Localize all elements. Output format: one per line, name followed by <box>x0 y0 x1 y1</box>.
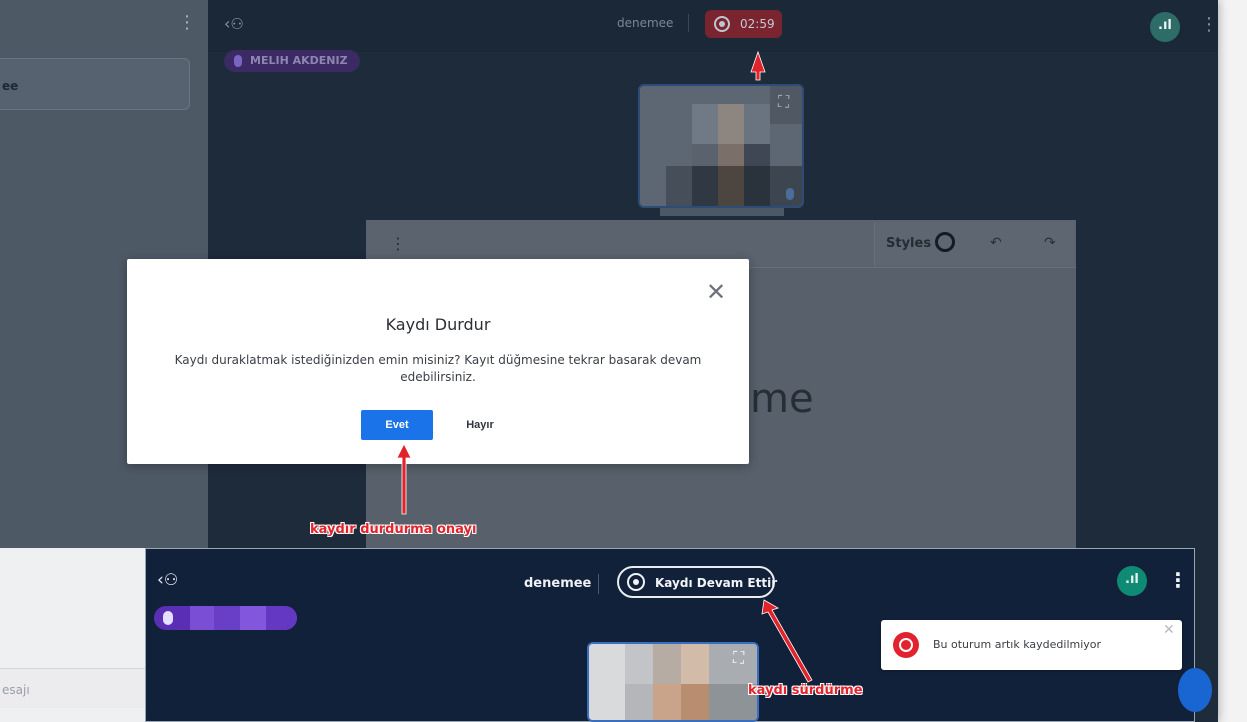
chat-list-item[interactable]: ee <box>0 58 190 110</box>
chat-input-placeholder: esajı <box>2 683 30 697</box>
mic-icon <box>234 55 242 67</box>
connection-signal-button[interactable]: .ıl <box>1150 12 1180 42</box>
mic-icon <box>163 611 173 625</box>
mic-icon <box>786 188 794 200</box>
redo-icon[interactable]: ↷ <box>1044 235 1056 251</box>
floating-action-button[interactable] <box>1178 668 1212 712</box>
expand-icon[interactable]: ⛶ <box>733 648 744 668</box>
confirm-yes-button[interactable]: Evet <box>361 410 433 440</box>
header-divider <box>598 574 599 594</box>
signal-icon: .ıl <box>1158 18 1172 33</box>
record-icon <box>714 16 730 32</box>
resume-recording-label: Kaydı Devam Ettir <box>655 576 778 590</box>
video-tile-shadow <box>660 208 784 216</box>
more-options-icon[interactable]: ⋮ <box>1168 568 1188 592</box>
stroke-style-icon[interactable] <box>935 232 955 252</box>
whiteboard-text: me <box>750 376 814 422</box>
chat-item-name: ee <box>2 79 19 93</box>
participants-user-icon[interactable]: ‹⚇ <box>157 570 178 590</box>
styles-label[interactable]: Styles <box>886 236 931 251</box>
cancel-no-button[interactable]: Hayır <box>450 410 510 440</box>
annotation-confirm-label: kaydır durdurma onayı <box>310 522 477 537</box>
whiteboard-menu-icon[interactable]: ⋮ <box>390 234 406 253</box>
participant-name-chip: MELIH AKDENIZ <box>224 50 360 72</box>
dialog-message: Kaydı duraklatmak istediğinizden emin mi… <box>174 353 702 384</box>
annotation-resume-label: kaydı sürdürme <box>748 683 863 698</box>
sidebar-more-icon[interactable]: ⋮ <box>178 12 196 33</box>
room-name: denemee <box>524 576 592 591</box>
undo-icon[interactable]: ↶ <box>990 235 1002 251</box>
toast-message: Bu oturum artık kaydedilmiyor <box>933 638 1102 651</box>
signal-icon: .ıl <box>1125 572 1139 587</box>
participant-name: MELIH AKDENIZ <box>250 54 348 67</box>
participant-video-tile[interactable]: ⛶ <box>638 84 804 208</box>
chat-message-input[interactable]: esajı <box>0 668 150 708</box>
participant-video-tile[interactable]: ⛶ <box>587 642 759 722</box>
record-icon <box>627 573 645 591</box>
close-icon[interactable]: ✕ <box>706 278 726 306</box>
participants-user-icon[interactable]: ‹⚇ <box>224 14 244 33</box>
participant-name-chip <box>154 606 297 630</box>
more-options-icon[interactable]: ⋮ <box>1200 14 1218 35</box>
expand-icon[interactable]: ⛶ <box>778 92 789 112</box>
record-stopped-icon <box>893 632 919 658</box>
toast-close-icon[interactable]: ✕ <box>1163 622 1175 638</box>
connection-signal-button[interactable]: .ıl <box>1117 566 1147 596</box>
recording-timer: 02:59 <box>740 17 775 31</box>
dialog-title: Kaydı Durdur <box>385 315 491 334</box>
header-divider <box>688 14 689 32</box>
room-name: denemee <box>617 16 674 30</box>
